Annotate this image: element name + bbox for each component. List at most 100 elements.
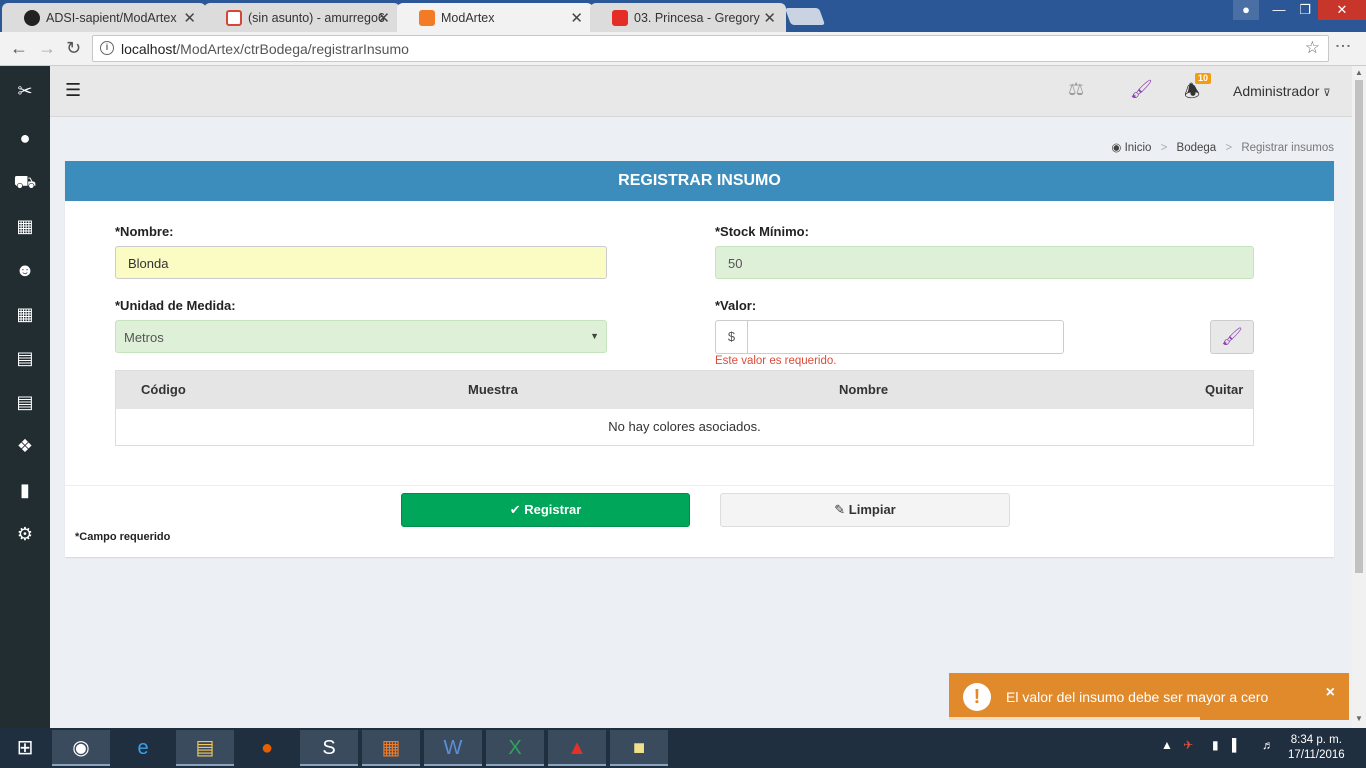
tab-modartex[interactable]: ModArtex ✕: [397, 3, 593, 32]
check-circle-icon: ✔: [509, 502, 521, 517]
info-icon[interactable]: i: [100, 41, 114, 55]
close-tab-icon[interactable]: ✕: [183, 9, 196, 27]
cogs-icon[interactable]: ⚙: [0, 512, 50, 556]
tab-gmail[interactable]: (sin asunto) - amurrego6 ✕: [204, 3, 400, 32]
browser-menu-icon[interactable]: ⋮: [1333, 38, 1352, 54]
balance-scale-icon[interactable]: ⚖: [1068, 79, 1084, 100]
signal-icon[interactable]: ▮: [0, 468, 50, 512]
file-explorer-icon[interactable]: ▤: [176, 730, 234, 766]
scissors-icon[interactable]: ✂: [0, 69, 50, 113]
close-tab-icon[interactable]: ✕: [377, 9, 390, 27]
calendar-alt-icon[interactable]: ▤: [0, 380, 50, 424]
valor-label: *Valor:: [715, 298, 757, 313]
select-arrow-icon: ▼: [590, 331, 599, 341]
user-icon[interactable]: ●: [0, 116, 50, 160]
table-empty-row: No hay colores asociados.: [608, 419, 761, 434]
clear-button[interactable]: ✎ Limpiar: [720, 493, 1010, 527]
internet-explorer-icon[interactable]: e: [114, 730, 172, 766]
tab-title: (sin asunto) - amurrego6: [248, 11, 385, 25]
maximize-button[interactable]: ❐: [1292, 0, 1318, 20]
bookmark-star-icon[interactable]: ☆: [1305, 38, 1320, 58]
breadcrumb-current: Registrar insumos: [1241, 142, 1334, 154]
sublime-text-icon[interactable]: S: [300, 730, 358, 766]
calendar-icon[interactable]: ▤: [0, 336, 50, 380]
clock-date: 17/11/2016: [1288, 749, 1345, 761]
breadcrumb-home[interactable]: Inicio: [1125, 142, 1152, 154]
dashboard-icon: ◉: [1111, 142, 1122, 154]
breadcrumb-section[interactable]: Bodega: [1177, 142, 1217, 154]
minimize-button[interactable]: —: [1266, 0, 1292, 20]
color-palette-button[interactable]: 🖌: [1210, 320, 1254, 354]
col-quitar: Quitar: [1205, 382, 1244, 397]
user-menu[interactable]: Administrador ⊽: [1233, 83, 1331, 99]
new-tab-button[interactable]: [784, 8, 826, 25]
scroll-up-icon[interactable]: ▲: [1355, 68, 1363, 77]
battery-icon[interactable]: ▮: [1212, 738, 1219, 752]
eraser-icon: ✎: [834, 502, 846, 517]
toast-message: El valor del insumo debe ser mayor a cer…: [1006, 689, 1269, 705]
chevron-down-icon: ⊽: [1323, 88, 1331, 99]
tab-title: ADSI-sapient/ModArtex: [46, 11, 177, 25]
close-window-button[interactable]: ✕: [1318, 0, 1366, 20]
unidad-select[interactable]: Metros ▼: [115, 320, 607, 353]
page-scrollbar[interactable]: ▲ ▼: [1352, 66, 1366, 728]
menu-toggle-icon[interactable]: ☰: [65, 80, 81, 101]
youtube-icon: [612, 10, 628, 26]
valor-error: Este valor es requerido.: [715, 355, 837, 367]
close-tab-icon[interactable]: ✕: [763, 9, 776, 27]
tab-title: ModArtex: [441, 11, 495, 25]
dropbox-icon[interactable]: ❖: [0, 424, 50, 468]
firefox-icon[interactable]: ●: [238, 730, 296, 766]
url-input[interactable]: i localhost/ModArtex/ctrBodega/registrar…: [92, 35, 1329, 62]
taskbar: ⊞ ◉ e ▤ ● S ▦ W X ▲ ■ ▲ ✈ ▮ ▌ ♬ 8:34 p. …: [0, 728, 1366, 768]
profile-icon[interactable]: ●: [1233, 0, 1259, 20]
tab-github[interactable]: ADSI-sapient/ModArtex ✕: [2, 3, 206, 32]
url-path: /ModArtex/ctrBodega/registrarInsumo: [176, 41, 409, 57]
tab-title: 03. Princesa - Gregory: [634, 11, 760, 25]
tab-youtube[interactable]: 03. Princesa - Gregory ✕: [590, 3, 786, 32]
word-icon[interactable]: W: [424, 730, 482, 766]
url-host: localhost: [121, 41, 177, 57]
browser-tab-strip: ADSI-sapient/ModArtex ✕ (sin asunto) - a…: [0, 0, 1366, 32]
stock-input[interactable]: 50: [715, 246, 1254, 279]
back-icon[interactable]: ←: [10, 38, 28, 59]
modartex-icon: [419, 10, 435, 26]
acrobat-icon[interactable]: ▲: [548, 730, 606, 766]
paint-brush-icon[interactable]: 🖌: [1130, 79, 1153, 100]
scroll-thumb[interactable]: [1355, 80, 1363, 573]
warning-toast: ! El valor del insumo debe ser mayor a c…: [949, 673, 1349, 720]
xampp-icon[interactable]: ▦: [362, 730, 420, 766]
clock[interactable]: 8:34 p. m. 17/11/2016: [1288, 733, 1345, 763]
forward-icon[interactable]: →: [38, 38, 56, 59]
unidad-selected: Metros: [124, 330, 164, 345]
page-title: REGISTRAR INSUMO: [65, 161, 1334, 201]
truck-icon[interactable]: ⛟: [0, 160, 50, 204]
users-icon[interactable]: ☻: [0, 248, 50, 292]
tray-expand-icon[interactable]: ▲: [1161, 738, 1173, 752]
colors-table: Código Muestra Nombre Quitar No hay colo…: [115, 370, 1254, 446]
close-tab-icon[interactable]: ✕: [570, 9, 583, 27]
windows-start-icon[interactable]: ⊞: [0, 730, 50, 766]
signal-icon[interactable]: ▌: [1232, 738, 1241, 752]
volume-icon[interactable]: ♬: [1262, 738, 1274, 752]
table-header: Código Muestra Nombre Quitar: [116, 371, 1253, 409]
col-codigo: Código: [141, 382, 186, 397]
toast-progress: [949, 717, 1200, 720]
register-button[interactable]: ✔ Registrar: [401, 493, 690, 527]
sidebar: ✂ ● ⛟ ▦ ☻ ▦ ▤ ▤ ❖ ▮ ⚙: [0, 66, 50, 728]
col-nombre: Nombre: [839, 382, 889, 397]
close-icon[interactable]: ×: [1326, 684, 1335, 702]
reload-icon[interactable]: ↻: [66, 38, 81, 59]
excel-icon[interactable]: X: [486, 730, 544, 766]
sticky-notes-icon[interactable]: ■: [610, 730, 668, 766]
puzzle-icon[interactable]: ▦: [0, 204, 50, 248]
currency-addon: $: [715, 320, 748, 354]
col-muestra: Muestra: [468, 382, 518, 397]
unidad-label: *Unidad de Medida:: [115, 298, 236, 313]
nombre-input[interactable]: Blonda: [115, 246, 607, 279]
calculator-icon[interactable]: ▦: [0, 292, 50, 336]
network-error-icon[interactable]: ✈: [1183, 738, 1193, 752]
chrome-icon[interactable]: ◉: [52, 730, 110, 766]
scroll-down-icon[interactable]: ▼: [1355, 714, 1363, 723]
valor-input[interactable]: [747, 320, 1064, 354]
